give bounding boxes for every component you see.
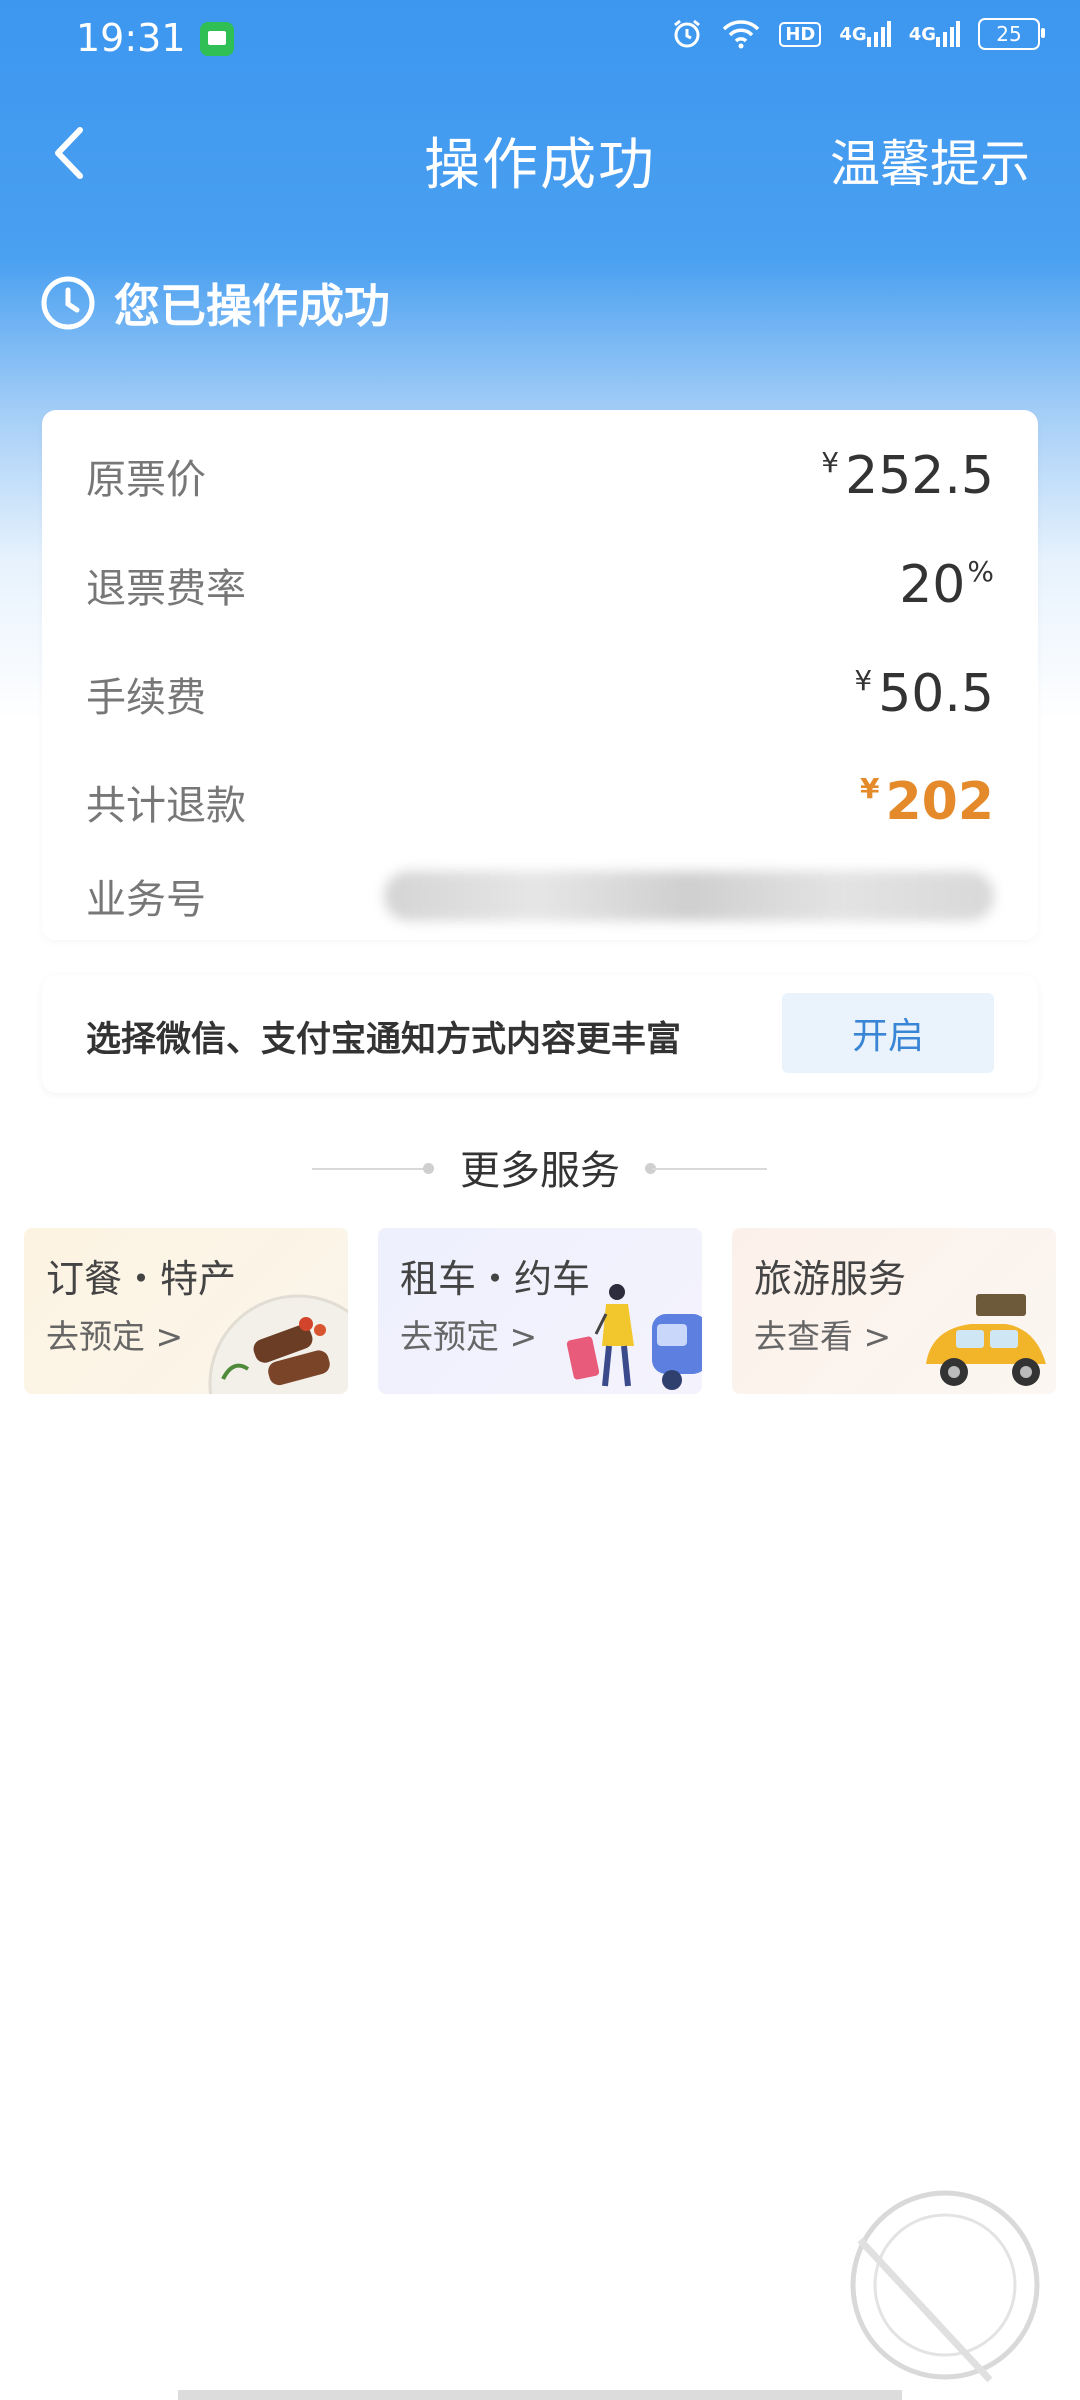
fee-row: 手续费 ¥50.5 [86, 654, 994, 734]
enable-notification-button[interactable]: 开启 [782, 993, 994, 1073]
original-price-amount: 252.5 [845, 446, 994, 506]
service-card-travel[interactable]: 旅游服务 去查看 > [732, 1228, 1056, 1394]
total-refund-label: 共计退款 [86, 783, 246, 829]
watermark-logo [850, 2190, 1040, 2383]
refund-details-card: 原票价 ¥252.5 退票费率 20% 手续费 ¥50.5 共计退款 ¥202 … [42, 410, 1038, 940]
network-type-1: 4G [839, 23, 867, 45]
service-link: 去查看 > [754, 1317, 892, 1356]
refund-rate-row: 退票费率 20% [86, 545, 994, 625]
refund-rate-value: 20% [899, 555, 994, 615]
gesture-navigation-bar[interactable] [178, 2390, 902, 2400]
success-message: 您已操作成功 [114, 279, 390, 333]
wifi-icon [721, 19, 761, 49]
battery-icon: 25 [978, 18, 1045, 50]
nav-bar: 操作成功 温馨提示 [0, 100, 1080, 210]
status-indicators: HD 4G 4G 25 [671, 18, 1045, 50]
status-bar: 19:31 HD 4G 4G 25 [0, 0, 1080, 84]
notification-prompt-text: 选择微信、支付宝通知方式内容更丰富 [86, 1020, 682, 1060]
service-title: 旅游服务 [754, 1257, 907, 1301]
alarm-icon [671, 18, 703, 50]
business-number-redacted [384, 871, 994, 921]
original-price-label: 原票价 [86, 457, 206, 503]
divider-right [652, 1168, 767, 1170]
total-refund-amount: 202 [885, 772, 994, 832]
service-card-food[interactable]: 订餐・特产 去预定 > [24, 1228, 348, 1394]
more-services-header: 更多服务 [0, 1130, 1080, 1200]
status-time: 19:31 [76, 16, 186, 60]
fee-amount: 50.5 [878, 664, 994, 724]
currency-symbol: ¥ [854, 664, 873, 697]
signal-icon-2: 4G [909, 21, 960, 47]
tips-link[interactable]: 温馨提示 [830, 124, 1030, 196]
traveler-car-image [566, 1284, 702, 1390]
percent-sign: % [967, 555, 994, 588]
notification-prompt: 选择微信、支付宝通知方式内容更丰富 开启 [42, 975, 1038, 1093]
total-refund-row: 共计退款 ¥202 [86, 762, 994, 842]
travel-car-image [926, 1294, 1046, 1386]
original-price-row: 原票价 ¥252.5 [86, 436, 994, 516]
message-notification-icon [200, 22, 234, 56]
service-link: 去预定 > [400, 1317, 538, 1356]
total-refund-value: ¥202 [860, 772, 994, 832]
service-link: 去预定 > [46, 1317, 184, 1356]
battery-level: 25 [996, 22, 1022, 46]
refund-rate-amount: 20 [899, 555, 966, 615]
more-services-title: 更多服务 [460, 1148, 620, 1194]
business-number-row: 业务号 [86, 856, 994, 936]
fee-label: 手续费 [86, 675, 206, 721]
service-card-car-rental[interactable]: 租车・约车 去预定 > [378, 1228, 702, 1394]
currency-symbol: ¥ [821, 446, 840, 479]
food-plate-image [208, 1294, 348, 1394]
network-type-2: 4G [908, 23, 936, 45]
original-price-value: ¥252.5 [821, 446, 994, 506]
hd-voice-icon: HD [779, 21, 822, 47]
currency-symbol: ¥ [859, 772, 880, 805]
fee-value: ¥50.5 [854, 664, 994, 724]
refund-rate-label: 退票费率 [86, 566, 246, 612]
business-number-label: 业务号 [86, 877, 206, 923]
signal-icon-1: 4G [839, 21, 891, 47]
clock-icon [40, 275, 96, 331]
success-banner: 您已操作成功 [40, 270, 390, 336]
